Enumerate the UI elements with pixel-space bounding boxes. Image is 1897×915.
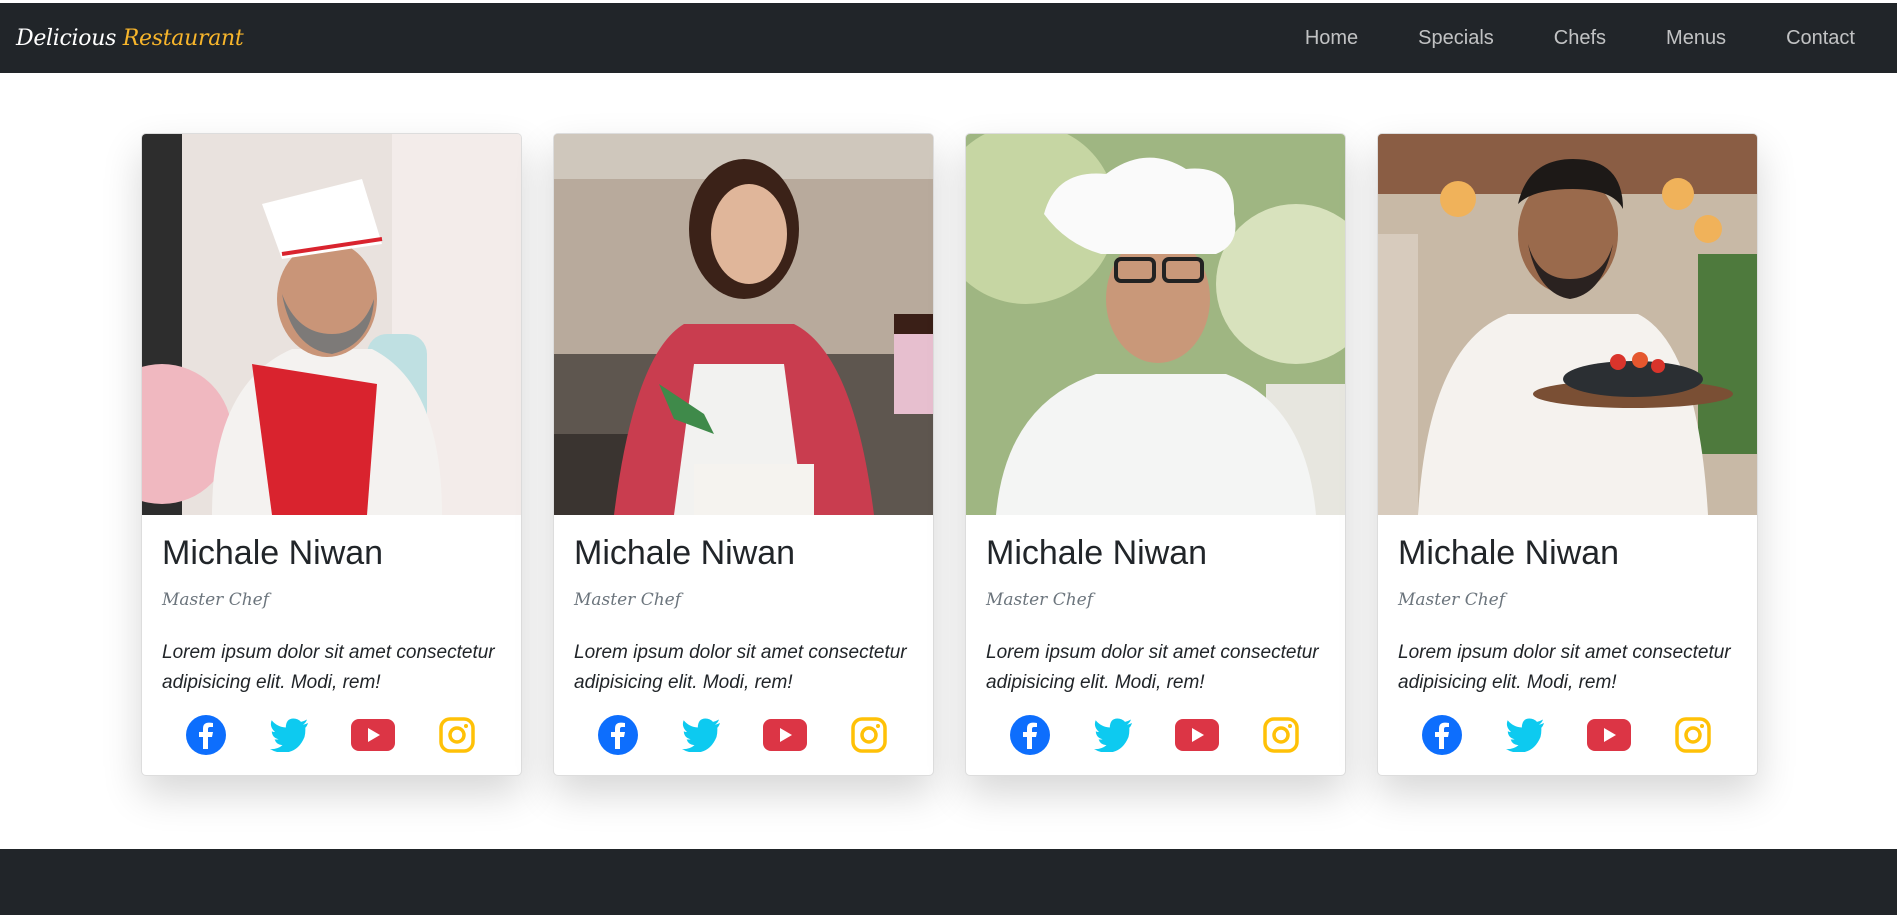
chef-photo [142,134,521,515]
navbar: Delicious Restaurant Home Specials Chefs… [0,3,1897,73]
nav-home[interactable]: Home [1305,27,1358,50]
chef-card: Michale Niwan Master Chef Lorem ipsum do… [1377,133,1758,776]
social-links [966,713,1345,757]
brand-logo[interactable]: Delicious Restaurant [16,25,244,51]
twitter-icon[interactable] [680,713,724,757]
instagram-icon[interactable] [847,713,891,757]
chef-name: Michale Niwan [162,534,384,572]
facebook-icon[interactable] [184,713,228,757]
chef-name: Michale Niwan [986,534,1208,572]
twitter-icon[interactable] [1504,713,1548,757]
chef-role: Master Chef [1398,590,1505,611]
instagram-icon[interactable] [1671,713,1715,757]
chef-description: Lorem ipsum dolor sit amet consectetur a… [162,642,495,694]
footer-bar [0,849,1897,915]
nav-contact[interactable]: Contact [1786,27,1855,50]
chef-description: Lorem ipsum dolor sit amet consectetur a… [986,642,1319,694]
social-links [1378,713,1757,757]
nav-chefs[interactable]: Chefs [1554,27,1606,50]
brand-accent-name: Restaurant [122,25,244,51]
facebook-icon[interactable] [1008,713,1052,757]
chef-card: Michale Niwan Master Chef Lorem ipsum do… [965,133,1346,776]
chef-photo [966,134,1345,515]
chef-cards: Michale Niwan Master Chef Lorem ipsum do… [141,133,1758,776]
chef-role: Master Chef [162,590,269,611]
chef-description: Lorem ipsum dolor sit amet consectetur a… [1398,642,1731,694]
brand-name: Delicious [16,25,117,51]
nav-menus[interactable]: Menus [1666,27,1726,50]
social-links [554,713,933,757]
nav-specials[interactable]: Specials [1418,27,1494,50]
chef-photo [554,134,933,515]
chef-name: Michale Niwan [1398,534,1620,572]
chef-photo [1378,134,1757,515]
youtube-icon[interactable] [763,713,808,757]
chef-card: Michale Niwan Master Chef Lorem ipsum do… [141,133,522,776]
twitter-icon[interactable] [1092,713,1136,757]
chef-card: Michale Niwan Master Chef Lorem ipsum do… [553,133,934,776]
instagram-icon[interactable] [435,713,479,757]
youtube-icon[interactable] [1587,713,1632,757]
chef-description: Lorem ipsum dolor sit amet consectetur a… [574,642,907,694]
twitter-icon[interactable] [268,713,312,757]
youtube-icon[interactable] [351,713,396,757]
facebook-icon[interactable] [1420,713,1464,757]
chef-role: Master Chef [986,590,1093,611]
nav-menu: Home Specials Chefs Menus Contact [1305,3,1897,73]
social-links [142,713,521,757]
facebook-icon[interactable] [596,713,640,757]
instagram-icon[interactable] [1259,713,1303,757]
chef-role: Master Chef [574,590,681,611]
youtube-icon[interactable] [1175,713,1220,757]
chef-name: Michale Niwan [574,534,796,572]
